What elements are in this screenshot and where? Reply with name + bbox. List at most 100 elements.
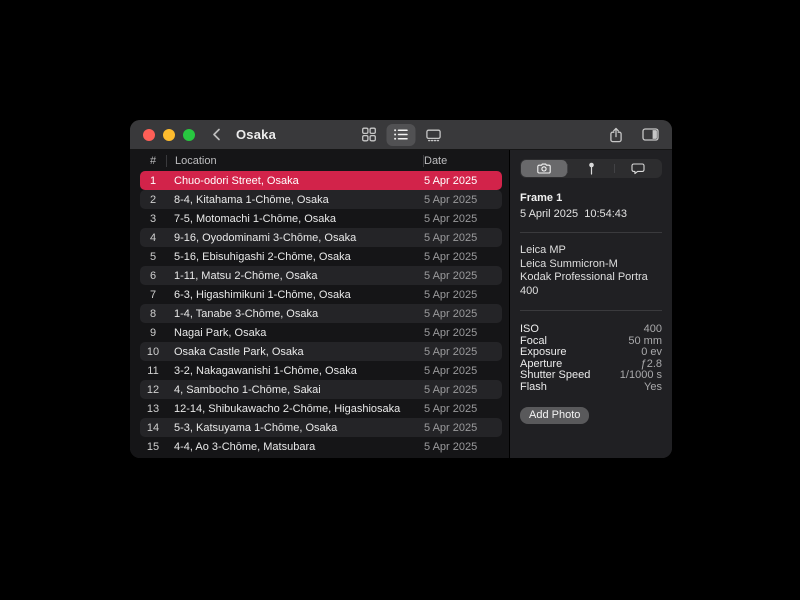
slideshow-icon xyxy=(425,128,441,142)
minimize-window-button[interactable] xyxy=(163,128,175,141)
divider xyxy=(520,310,662,311)
detail-label: Flash xyxy=(520,380,547,393)
row-location: 6-3, Higashimikuni 1-Chōme, Osaka xyxy=(174,288,351,301)
row-location: Chuo-odori Street, Osaka xyxy=(174,174,299,187)
detail-value: Yes xyxy=(644,380,662,393)
camera-icon xyxy=(537,163,551,174)
equipment-line: Kodak Professional Portra 400 xyxy=(520,271,648,297)
table-row[interactable]: 2 8-4, Kitahama 1-Chōme, Osaka 5 Apr 202… xyxy=(140,190,502,209)
table-row[interactable]: 9 Nagai Park, Osaka 5 Apr 2025 xyxy=(140,323,502,342)
row-location: 4, Sambocho 1-Chōme, Sakai xyxy=(174,383,321,396)
details-list: ISO 400 Focal 50 mm Exposure 0 ev Apertu… xyxy=(520,323,662,394)
table-row[interactable]: 6 1-11, Matsu 2-Chōme, Osaka 5 Apr 2025 xyxy=(140,266,502,285)
row-location: 3-2, Nakagawanishi 1-Chōme, Osaka xyxy=(174,364,357,377)
window-title: Osaka xyxy=(236,127,277,142)
row-date: 5 Apr 2025 xyxy=(424,269,478,282)
view-switcher xyxy=(355,123,448,146)
share-icon xyxy=(609,127,623,143)
row-date: 5 Apr 2025 xyxy=(424,307,478,320)
tab-location[interactable] xyxy=(568,160,614,177)
detail-label: Shutter Speed xyxy=(520,369,591,381)
row-number: 1 xyxy=(149,174,157,187)
row-location: 4-4, Ao 3-Chōme, Matsubara xyxy=(174,440,316,453)
close-window-button[interactable] xyxy=(143,128,155,141)
row-number: 3 xyxy=(149,212,157,225)
slideshow-view-button[interactable] xyxy=(419,124,448,146)
row-location: Nagai Park, Osaka xyxy=(174,326,267,339)
table-row[interactable]: 13 12-14, Shibukawacho 2-Chōme, Higashio… xyxy=(140,399,502,418)
row-number: 15 xyxy=(146,440,160,453)
zoom-window-button[interactable] xyxy=(183,128,195,141)
row-date: 5 Apr 2025 xyxy=(424,212,478,225)
detail-value: 0 ev xyxy=(641,346,662,358)
row-number: 7 xyxy=(149,288,157,301)
table-row[interactable]: 7 6-3, Higashimikuni 1-Chōme, Osaka 5 Ap… xyxy=(140,285,502,304)
row-number: 14 xyxy=(146,421,160,434)
chevron-left-icon xyxy=(212,128,221,141)
add-photo-button[interactable]: Add Photo xyxy=(520,407,590,424)
row-number: 13 xyxy=(146,402,160,415)
detail-row: Shutter Speed 1/1000 s xyxy=(520,369,662,382)
tab-camera[interactable] xyxy=(521,160,567,177)
row-number: 4 xyxy=(149,231,157,244)
row-number: 8 xyxy=(149,307,157,320)
row-number: 5 xyxy=(149,250,157,263)
table-row[interactable]: 4 9-16, Oyodominami 3-Chōme, Osaka 5 Apr… xyxy=(140,228,502,247)
equipment-list: Leica MP Leica Summicron-M Kodak Profess… xyxy=(520,244,662,298)
frame-title: Frame 1 xyxy=(520,192,563,204)
divider xyxy=(520,232,662,233)
grid-icon xyxy=(362,127,377,142)
detail-row: Flash Yes xyxy=(520,380,662,394)
row-date: 5 Apr 2025 xyxy=(424,231,478,244)
row-number: 2 xyxy=(149,193,157,206)
row-date: 5 Apr 2025 xyxy=(424,364,478,377)
table-row[interactable]: 8 1-4, Tanabe 3-Chōme, Osaka 5 Apr 2025 xyxy=(140,304,502,323)
content-area: # Location Date 1 Chuo-odori Street, Osa… xyxy=(130,150,672,458)
row-location: 9-16, Oyodominami 3-Chōme, Osaka xyxy=(174,231,357,244)
row-location: Osaka Castle Park, Osaka xyxy=(174,345,304,358)
column-header-number[interactable]: # xyxy=(140,155,166,167)
row-location: 12-14, Shibukawacho 2-Chōme, Higashiosak… xyxy=(174,402,401,415)
row-number: 9 xyxy=(149,326,157,339)
list-icon xyxy=(394,128,409,141)
row-date: 5 Apr 2025 xyxy=(424,174,478,187)
table-row[interactable]: 10 Osaka Castle Park, Osaka 5 Apr 2025 xyxy=(140,342,502,361)
table-row[interactable]: 14 5-3, Katsuyama 1-Chōme, Osaka 5 Apr 2… xyxy=(140,418,502,437)
detail-value: 1/1000 s xyxy=(619,369,662,381)
row-number: 6 xyxy=(149,269,157,282)
list-view-button[interactable] xyxy=(386,123,416,146)
table-row[interactable]: 1 Chuo-odori Street, Osaka 5 Apr 2025 xyxy=(140,171,502,190)
equipment-line: Leica Summicron-M xyxy=(520,257,618,270)
row-location: 8-4, Kitahama 1-Chōme, Osaka xyxy=(174,193,329,206)
inspector-panel: Frame 1 5 April 2025 10:54:43 Leica MP L… xyxy=(510,150,672,458)
table-row[interactable]: 11 3-2, Nakagawanishi 1-Chōme, Osaka 5 A… xyxy=(140,361,502,380)
row-date: 5 Apr 2025 xyxy=(424,345,478,358)
frame-datetime: 5 April 2025 10:54:43 xyxy=(520,208,628,220)
table-row[interactable]: 3 7-5, Motomachi 1-Chōme, Osaka 5 Apr 20… xyxy=(140,209,502,228)
tab-notes[interactable] xyxy=(615,160,661,177)
frames-table: # Location Date 1 Chuo-odori Street, Osa… xyxy=(130,150,510,458)
table-row[interactable]: 5 5-16, Ebisuhigashi 2-Chōme, Osaka 5 Ap… xyxy=(140,247,502,266)
table-row[interactable]: 12 4, Sambocho 1-Chōme, Sakai 5 Apr 2025 xyxy=(140,380,502,399)
comment-icon xyxy=(631,162,645,175)
traffic-lights xyxy=(143,128,195,141)
column-header-date[interactable]: Date xyxy=(424,155,502,167)
pin-icon xyxy=(588,162,595,175)
inspector-toggle-button[interactable] xyxy=(642,128,659,141)
row-number: 10 xyxy=(146,345,160,358)
share-button[interactable] xyxy=(609,127,623,143)
detail-row: Exposure 0 ev xyxy=(520,346,662,359)
row-date: 5 Apr 2025 xyxy=(424,440,478,453)
row-date: 5 Apr 2025 xyxy=(424,402,478,415)
titlebar-actions xyxy=(609,127,659,143)
column-header-location[interactable]: Location xyxy=(167,155,423,167)
grid-view-button[interactable] xyxy=(355,124,384,146)
table-header: # Location Date xyxy=(130,150,509,171)
row-date: 5 Apr 2025 xyxy=(424,383,478,396)
row-location: 1-4, Tanabe 3-Chōme, Osaka xyxy=(174,307,319,320)
table-row[interactable]: 15 4-4, Ao 3-Chōme, Matsubara 5 Apr 2025 xyxy=(140,437,502,456)
row-location: 1-11, Matsu 2-Chōme, Osaka xyxy=(174,269,318,282)
row-location: 5-16, Ebisuhigashi 2-Chōme, Osaka xyxy=(174,250,351,263)
back-button[interactable] xyxy=(212,128,221,141)
detail-value: 400 xyxy=(643,323,662,335)
